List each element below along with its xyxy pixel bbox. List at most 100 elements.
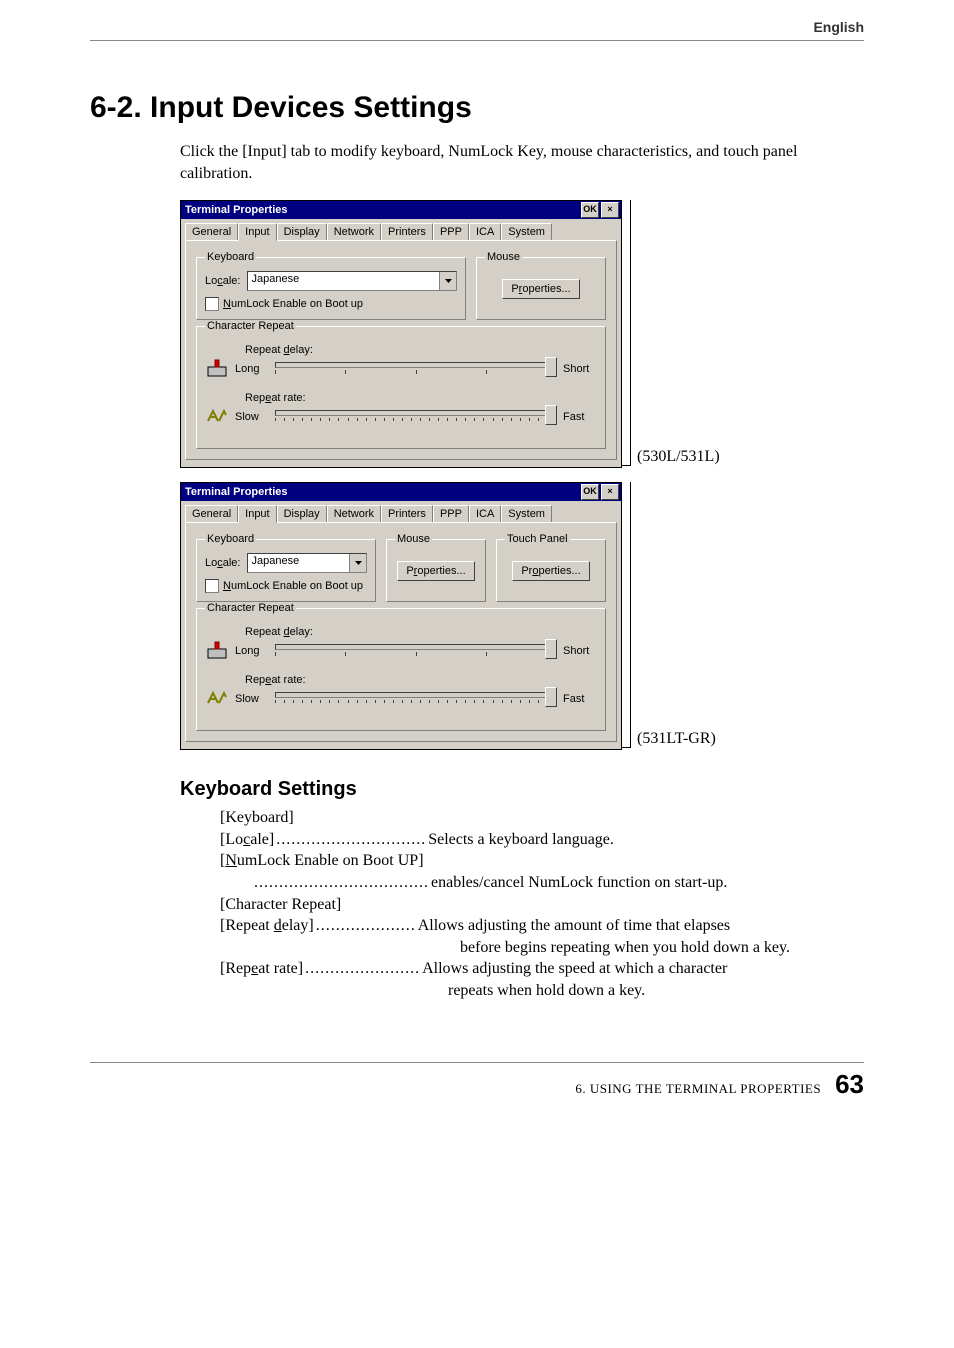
numlock-checkbox[interactable] [205,297,219,311]
tab-ica[interactable]: ICA [469,223,501,241]
tab-system[interactable]: System [501,223,552,241]
tab-network[interactable]: Network [327,505,381,523]
window-title: Terminal Properties [185,204,579,216]
def-rate-desc: Allows adjusting the speed at which a ch… [422,958,864,980]
section-title: 6-2. Input Devices Settings [90,91,864,125]
def-numlock-desc: enables/cancel NumLock function on start… [431,872,864,894]
blank [220,872,252,894]
keyboard-settings-heading: Keyboard Settings [180,778,864,801]
mouse-legend: Mouse [485,251,522,263]
close-button[interactable]: × [601,202,619,218]
repeat-delay-slider[interactable] [275,638,557,664]
tab-display[interactable]: Display [277,223,327,241]
close-button[interactable]: × [601,484,619,500]
ok-button[interactable]: OK [581,484,599,500]
numlock-label: NumLock Enable on Boot up [223,580,363,592]
tab-ppp[interactable]: PPP [433,505,469,523]
bracket-icon [622,200,631,466]
tab-system[interactable]: System [501,505,552,523]
charrep-legend: Character Repeat [205,602,296,614]
delay-short-label: Short [563,645,597,657]
dots: .................... [314,915,418,937]
touch-properties-button[interactable]: Properties... [512,561,589,581]
character-repeat-group: Character Repeat Repeat delay: Long [196,602,606,731]
tab-input[interactable]: Input [238,505,276,523]
dots: ................................... [252,872,431,894]
def-delay-desc: Allows adjusting the amount of time that… [418,915,864,937]
repeat-rate-slider[interactable] [275,404,557,430]
character-repeat-group: Character Repeat Repeat delay: Long [196,320,606,449]
numlock-checkbox[interactable] [205,579,219,593]
def-delay-desc2: before begins repeating when you hold do… [460,937,864,959]
screenshot-530l-531l: Terminal Properties OK × General Input D… [180,200,622,468]
keyboard-group: Keyboard Locale: Japanese [196,251,466,320]
locale-label: Locale: [205,557,241,569]
repeat-rate-label: Repeat rate: [245,392,597,404]
locale-value: Japanese [248,272,440,290]
repeat-rate-slider[interactable] [275,686,557,712]
tab-printers[interactable]: Printers [381,223,433,241]
locale-combo[interactable]: Japanese [247,553,368,573]
def-rate-term: [Repeat rate] [220,958,303,980]
def-locale-desc: Selects a keyboard language. [428,829,864,851]
locale-value: Japanese [248,554,350,572]
def-keyboard: [Keyboard] [220,807,864,829]
delay-long-label: Long [235,363,269,375]
def-delay-term: [Repeat delay] [220,915,314,937]
touch-panel-group: Touch Panel Properties... [496,533,606,602]
charrep-legend: Character Repeat [205,320,296,332]
mouse-group: Mouse Properties... [386,533,486,602]
tab-printers[interactable]: Printers [381,505,433,523]
tab-general[interactable]: General [185,223,238,241]
repeat-rate-label: Repeat rate: [245,674,597,686]
rate-fast-label: Fast [563,411,597,423]
header-lang: English [813,19,864,35]
numlock-label: NumLock Enable on Boot up [223,298,363,310]
tab-general[interactable]: General [185,505,238,523]
def-numlock-term: [NumLock Enable on Boot UP] [220,850,864,872]
touch-legend: Touch Panel [505,533,570,545]
def-locale-term: [Locale] [220,829,274,851]
keyboard-rate-icon [205,691,229,708]
page-number: 63 [835,1069,864,1100]
mouse-group: Mouse Properties... [476,251,606,320]
mouse-legend: Mouse [395,533,432,545]
mouse-properties-button[interactable]: Properties... [397,561,474,581]
ok-button[interactable]: OK [581,202,599,218]
keyboard-delay-icon [205,359,229,380]
keyboard-rate-icon [205,409,229,426]
dots: .............................. [274,829,428,851]
tab-input[interactable]: Input [238,223,276,241]
tab-strip: General Input Display Network Printers P… [185,505,617,523]
chevron-down-icon[interactable] [439,272,456,290]
delay-short-label: Short [563,363,597,375]
repeat-delay-label: Repeat delay: [245,344,597,356]
intro-text: Click the [Input] tab to modify keyboard… [180,141,864,184]
tab-strip: General Input Display Network Printers P… [185,223,617,241]
bracket-icon [622,482,631,748]
model-label-b: (531LT-GR) [637,730,716,748]
footer-text: 6. USING THE TERMINAL PROPERTIES [575,1081,821,1097]
screenshot-531lt-gr: Terminal Properties OK × General Input D… [180,482,622,750]
chevron-down-icon[interactable] [349,554,366,572]
rate-fast-label: Fast [563,693,597,705]
locale-label: Locale: [205,275,241,287]
model-label-a: (530L/531L) [637,448,720,466]
locale-combo[interactable]: Japanese [247,271,458,291]
rate-slow-label: Slow [235,411,269,423]
keyboard-legend: Keyboard [205,251,256,263]
def-rate-desc2: repeats when hold down a key. [448,980,864,1002]
keyboard-group: Keyboard Locale: Japanese [196,533,376,602]
tab-display[interactable]: Display [277,505,327,523]
rate-slow-label: Slow [235,693,269,705]
delay-long-label: Long [235,645,269,657]
tab-ppp[interactable]: PPP [433,223,469,241]
definitions: [Keyboard] [Locale] ....................… [220,807,864,1001]
def-charrep: [Character Repeat] [220,894,864,916]
mouse-properties-button[interactable]: Properties... [502,279,579,299]
repeat-delay-slider[interactable] [275,356,557,382]
repeat-delay-label: Repeat delay: [245,626,597,638]
tab-ica[interactable]: ICA [469,505,501,523]
tab-network[interactable]: Network [327,223,381,241]
dots: ....................... [303,958,422,980]
